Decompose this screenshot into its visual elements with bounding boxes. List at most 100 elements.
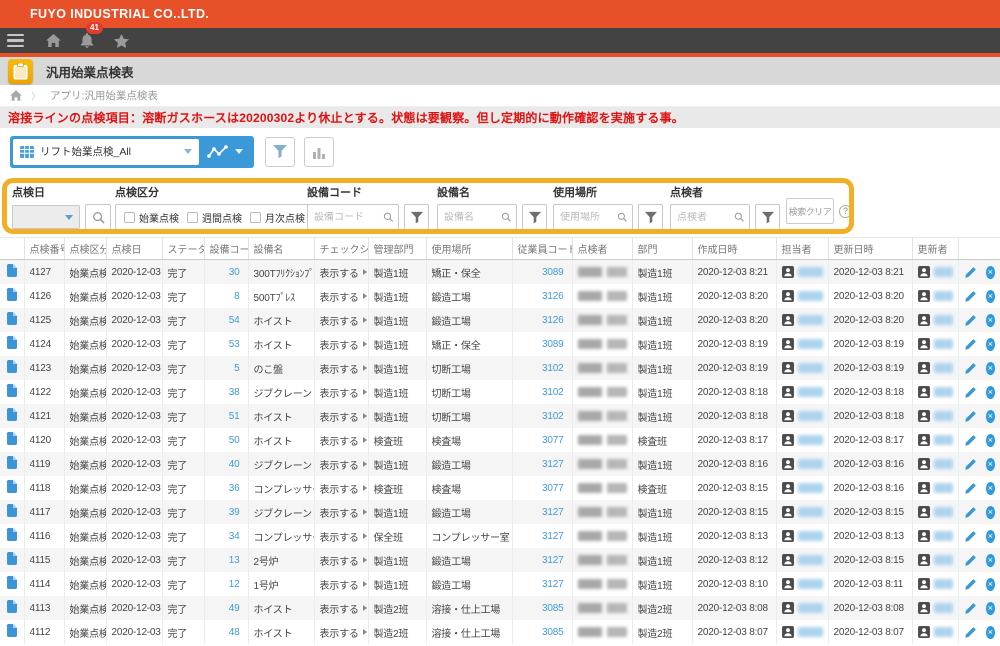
record-icon[interactable] <box>7 528 17 541</box>
redacted-user-link[interactable] <box>798 363 823 373</box>
cell-employee-code-link[interactable]: 3085 <box>542 627 563 638</box>
show-checksheet-link[interactable]: 表示する <box>320 337 367 352</box>
cell-equip-code-link[interactable]: 48 <box>229 627 240 638</box>
favorites-star-icon[interactable] <box>108 28 134 53</box>
cell-employee-code-link[interactable]: 3077 <box>542 435 563 446</box>
cell-equip-code-link[interactable]: 39 <box>229 507 240 518</box>
location-funnel-button[interactable] <box>638 204 663 230</box>
redacted-user-link[interactable] <box>798 315 823 325</box>
cell-equip-code-link[interactable]: 5 <box>234 363 239 374</box>
record-icon[interactable] <box>7 552 17 565</box>
help-icon[interactable]: ? <box>839 205 852 218</box>
redacted-user-link[interactable] <box>934 267 953 277</box>
checkbox-option-startup[interactable]: 始業点検 <box>124 210 179 225</box>
column-header-4[interactable]: ステータス <box>162 238 204 260</box>
column-header-6[interactable]: 設備名 <box>248 238 314 260</box>
location-input[interactable] <box>560 212 617 223</box>
edit-record-button[interactable] <box>964 434 977 447</box>
hamburger-menu-icon[interactable] <box>7 34 24 48</box>
show-checksheet-link[interactable]: 表示する <box>320 265 367 280</box>
redacted-user-link[interactable] <box>934 387 953 397</box>
column-header-2[interactable]: 点検区分 <box>64 238 106 260</box>
equip-code-funnel-button[interactable] <box>404 204 429 230</box>
record-icon[interactable] <box>7 600 17 613</box>
redacted-user-link[interactable] <box>934 483 953 493</box>
cell-employee-code-link[interactable]: 3089 <box>542 267 563 278</box>
redacted-user-link[interactable] <box>798 579 823 589</box>
delete-record-button[interactable]: × <box>986 338 996 351</box>
delete-record-button[interactable]: × <box>986 290 996 303</box>
show-checksheet-link[interactable]: 表示する <box>320 577 367 592</box>
show-checksheet-link[interactable]: 表示する <box>320 385 367 400</box>
equip-name-input[interactable] <box>444 212 501 223</box>
edit-record-button[interactable] <box>964 338 977 351</box>
column-header-12[interactable]: 部門 <box>632 238 692 260</box>
graph-view-toggle[interactable] <box>199 145 251 159</box>
record-icon[interactable] <box>7 624 17 637</box>
delete-record-button[interactable]: × <box>986 482 996 495</box>
checkbox-option-monthly[interactable]: 月次点検 <box>250 210 305 225</box>
edit-record-button[interactable] <box>964 482 977 495</box>
record-icon[interactable] <box>7 576 17 589</box>
cell-employee-code-link[interactable]: 3089 <box>542 339 563 350</box>
record-icon[interactable] <box>7 360 17 373</box>
edit-record-button[interactable] <box>964 290 977 303</box>
show-checksheet-link[interactable]: 表示する <box>320 601 367 616</box>
column-header-13[interactable]: 作成日時 <box>692 238 776 260</box>
cell-equip-code-link[interactable]: 40 <box>229 459 240 470</box>
delete-record-button[interactable]: × <box>986 362 996 375</box>
delete-record-button[interactable]: × <box>986 266 996 279</box>
record-icon[interactable] <box>7 480 17 493</box>
edit-record-button[interactable] <box>964 458 977 471</box>
cell-employee-code-link[interactable]: 3127 <box>542 579 563 590</box>
cell-equip-code-link[interactable]: 12 <box>229 579 240 590</box>
cell-equip-code-link[interactable]: 53 <box>229 339 240 350</box>
delete-record-button[interactable]: × <box>986 578 996 591</box>
redacted-user-link[interactable] <box>798 291 823 301</box>
record-icon[interactable] <box>7 504 17 517</box>
column-header-9[interactable]: 使用場所 <box>426 238 512 260</box>
redacted-user-link[interactable] <box>798 435 823 445</box>
redacted-user-link[interactable] <box>934 435 953 445</box>
cell-equip-code-link[interactable]: 34 <box>229 531 240 542</box>
search-icon[interactable] <box>383 211 393 223</box>
redacted-user-link[interactable] <box>798 603 823 613</box>
delete-record-button[interactable]: × <box>986 434 996 447</box>
redacted-user-link[interactable] <box>798 339 823 349</box>
cell-equip-code-link[interactable]: 36 <box>229 483 240 494</box>
cell-equip-code-link[interactable]: 38 <box>229 387 240 398</box>
date-search-button[interactable] <box>85 204 111 230</box>
show-checksheet-link[interactable]: 表示する <box>320 553 367 568</box>
redacted-user-link[interactable] <box>934 507 953 517</box>
cell-equip-code-link[interactable]: 49 <box>229 603 240 614</box>
edit-record-button[interactable] <box>964 530 977 543</box>
edit-record-button[interactable] <box>964 602 977 615</box>
column-header-14[interactable]: 担当者 <box>776 238 828 260</box>
delete-record-button[interactable]: × <box>986 386 996 399</box>
edit-record-button[interactable] <box>964 362 977 375</box>
cell-employee-code-link[interactable]: 3127 <box>542 531 563 542</box>
notifications-bell-icon[interactable]: 41 <box>74 28 100 53</box>
inspection-date-dropdown[interactable] <box>12 205 80 229</box>
column-header-11[interactable]: 点検者 <box>572 238 632 260</box>
equip-code-input[interactable] <box>314 212 383 223</box>
show-checksheet-link[interactable]: 表示する <box>320 505 367 520</box>
cell-equip-code-link[interactable]: 50 <box>229 435 240 446</box>
column-header-5[interactable]: 設備コード <box>204 238 248 260</box>
show-checksheet-link[interactable]: 表示する <box>320 457 367 472</box>
record-icon[interactable] <box>7 384 17 397</box>
delete-record-button[interactable]: × <box>986 410 996 423</box>
edit-record-button[interactable] <box>964 554 977 567</box>
show-checksheet-link[interactable]: 表示する <box>320 409 367 424</box>
edit-record-button[interactable] <box>964 266 977 279</box>
show-checksheet-link[interactable]: 表示する <box>320 481 367 496</box>
cell-employee-code-link[interactable]: 3102 <box>542 363 563 374</box>
delete-record-button[interactable]: × <box>986 506 996 519</box>
redacted-user-link[interactable] <box>798 531 823 541</box>
filter-funnel-button[interactable] <box>265 137 295 167</box>
inspector-funnel-button[interactable] <box>755 204 780 230</box>
redacted-user-link[interactable] <box>798 483 823 493</box>
column-header-8[interactable]: 管理部門 <box>368 238 426 260</box>
delete-record-button[interactable]: × <box>986 530 996 543</box>
record-icon[interactable] <box>7 432 17 445</box>
